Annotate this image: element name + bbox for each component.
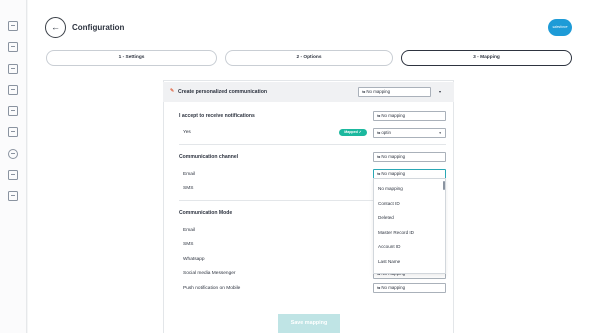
row-label-sms: SMS [183,186,194,191]
push-mapping-select[interactable]: ⇆No mapping [373,283,446,293]
divider [179,144,446,145]
divider [179,200,373,201]
dropdown-option[interactable]: Last Name [378,259,400,264]
dropdown-option[interactable]: Contact ID [378,201,400,206]
yes-mapping-select[interactable]: ⇆optin ▾ [373,128,446,138]
save-mapping-button[interactable]: Save mapping [278,314,340,333]
mode-header: Communication Mode [179,210,233,216]
grid-icon[interactable] [8,21,18,31]
pencil-icon: ✎ [170,89,175,94]
document-icon[interactable] [8,85,18,95]
row-label-push: Push notification on Mobile [183,286,241,291]
step-settings[interactable]: 1 - Settings [46,50,217,66]
row-label-sms: SMS [183,242,194,247]
row-label-yes: Yes [183,130,191,135]
card-title-mapping[interactable]: ⇆No mapping [358,87,431,97]
book-icon[interactable] [8,170,18,180]
dropdown-option[interactable]: Account ID [378,244,400,249]
chevron-down-icon[interactable]: ▾ [439,89,441,94]
arrow-left-icon: ← [51,22,60,32]
dropdown-option[interactable]: No mapping [378,186,403,191]
inbox-icon[interactable] [8,42,18,52]
chart-icon[interactable] [8,127,18,137]
edit-icon[interactable] [8,106,18,116]
dropdown-scrollbar[interactable] [443,181,445,190]
caret-down-icon: ▾ [439,131,441,135]
row-label-email: Email [183,172,195,177]
mapping-icon: ⇆ [362,89,366,94]
row-label-messenger: Social media Messenger [183,271,236,276]
page-title: Configuration [72,23,125,32]
step-mapping[interactable]: 3 - Mapping [401,50,572,66]
calendar-icon[interactable] [8,191,18,201]
mapping-dropdown: No mapping Contact ID Deleted Master Rec… [373,178,446,274]
dropdown-option[interactable]: Master Record ID [378,230,414,235]
step-options[interactable]: 2 - Options [225,50,393,66]
row-label-email: Email [183,228,195,233]
card-title: Create personalized communication [178,89,268,95]
back-button[interactable]: ← [45,17,66,38]
mapping-icon: ⇆ [377,154,381,159]
mapping-icon: ⇆ [377,171,381,176]
dropdown-option[interactable]: Deleted [378,215,394,220]
channel-header-mapping[interactable]: ⇆No mapping [373,152,446,162]
salesforce-logo: salesforce [548,19,572,36]
clock-icon[interactable] [8,149,18,159]
sidebar-rail [0,0,27,333]
row-label-whatsapp: Whatsapp [183,257,205,262]
image-icon[interactable] [8,64,18,74]
notifications-header: I accept to receive notifications [179,113,255,119]
mapping-icon: ⇆ [377,285,381,290]
mapped-badge: Mapped ✓ [339,129,367,136]
notifications-header-mapping[interactable]: ⇆No mapping [373,111,446,121]
channel-header: Communication channel [179,154,239,160]
mapping-icon: ⇆ [377,113,381,118]
mapping-icon: ⇆ [377,130,381,135]
